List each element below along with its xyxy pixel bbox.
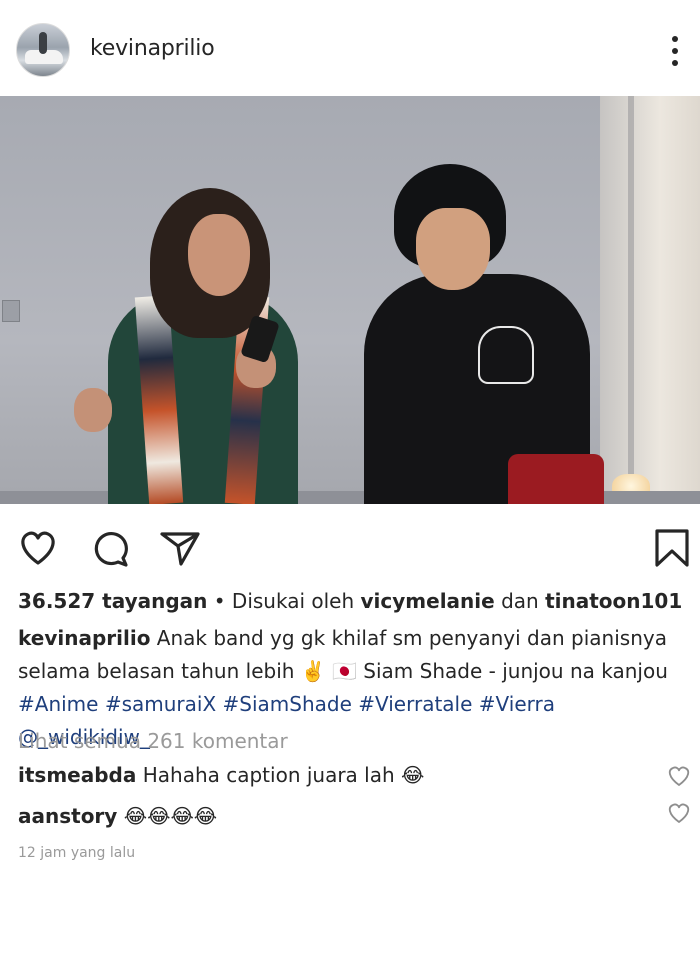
avatar-person-shape [39,32,47,54]
comment-text: Hahaha caption juara lah 😂 [136,763,425,787]
hashtag-link[interactable]: #Vierratale [358,692,472,716]
heart-icon[interactable] [16,526,60,570]
more-vertical-icon[interactable] [664,34,686,68]
hashtag-link[interactable]: #Anime [18,692,98,716]
view-count[interactable]: 36.527 tayangan [18,589,207,613]
liked-by-label: • Disukai oleh [207,589,361,613]
hashtag-link[interactable]: #Vierra [479,692,555,716]
video-guitarist-face [416,208,490,290]
comment-icon[interactable] [88,526,132,570]
comment-item: itsmeabda Hahaha caption juara lah 😂 [18,763,424,787]
liker-username[interactable]: vicymelanie [361,589,495,613]
comment-username[interactable]: itsmeabda [18,763,136,787]
more-dot [672,48,678,54]
and-label: dan [494,589,546,613]
more-dot [672,36,678,42]
comment-username[interactable]: aanstory [18,804,117,828]
avatar[interactable] [16,23,70,77]
comment-like-heart-icon[interactable] [666,763,692,789]
more-dot [672,60,678,66]
post-username[interactable]: kevinaprilio [90,36,215,61]
comment-like-heart-icon[interactable] [666,800,692,826]
comment-text: 😂😂😂😂 [117,804,218,828]
post-video[interactable] [0,96,700,504]
video-singer-face [188,214,250,296]
hashtag-link[interactable]: #SiamShade [223,692,352,716]
comment-item: aanstory 😂😂😂😂 [18,804,217,828]
video-singer-hand [74,388,112,432]
video-light-switch [2,300,20,322]
view-all-comments-link[interactable]: Lihat semua 261 komentar [18,729,288,753]
action-bar [0,504,700,584]
post-timestamp: 12 jam yang lalu [18,845,136,861]
caption-username[interactable]: kevinaprilio [18,626,150,650]
send-icon[interactable] [158,526,202,570]
video-wall [600,96,700,504]
views-likes-line: 36.527 tayangan • Disukai oleh vicymelan… [18,589,682,613]
hashtag-link[interactable]: #samuraiX [105,692,216,716]
video-guitar [508,454,604,504]
liker-username[interactable]: tinatoon101 [545,589,682,613]
post-header: kevinaprilio [0,0,700,96]
bookmark-icon[interactable] [650,526,694,570]
video-door-edge [628,96,634,504]
video-shirt-logo [478,326,534,384]
